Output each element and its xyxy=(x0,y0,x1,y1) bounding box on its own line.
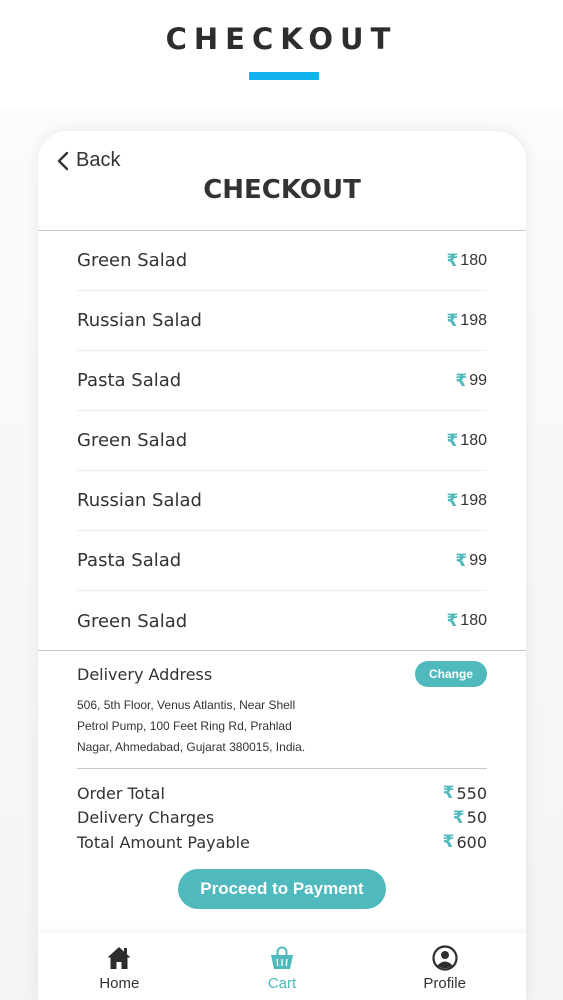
item-price: ₹180 xyxy=(446,251,487,271)
order-total-row: Order Total ₹550 xyxy=(77,781,487,806)
item-name: Pasta Salad xyxy=(77,550,182,571)
item-price: ₹ 99 xyxy=(455,551,487,571)
item-price-value: 198 xyxy=(460,491,487,509)
item-price-value: 180 xyxy=(460,251,487,269)
item-name: Green Salad xyxy=(77,430,188,451)
list-item: Green Salad ₹180 xyxy=(77,231,487,291)
home-icon xyxy=(107,947,131,969)
nav-profile[interactable]: Profile xyxy=(363,933,526,1000)
page-banner: CHECKOUT xyxy=(0,0,563,110)
phone-screen: Back CHECKOUT Green Salad ₹180 Russian S… xyxy=(38,131,526,1000)
rupee-icon: ₹ xyxy=(446,430,459,450)
proceed-to-payment-button[interactable]: Proceed to Payment xyxy=(178,869,386,909)
address-line: Petrol Pump, 100 Feet Ring Rd, Prahlad xyxy=(77,719,292,733)
item-name: Pasta Salad xyxy=(77,370,182,391)
address-line: 506, 5th Floor, Venus Atlantis, Near She… xyxy=(77,698,296,712)
list-item: Pasta Salad ₹ 99 xyxy=(77,531,487,591)
chevron-left-icon xyxy=(57,151,69,170)
item-price-value: 99 xyxy=(469,371,487,389)
delivery-charges-amount: ₹ 50 xyxy=(453,808,487,828)
delivery-address-section: Delivery Address Change 506, 5th Floor, … xyxy=(77,661,487,758)
address-line: Nagar, Ahmedabad, Gujarat 380015, India. xyxy=(77,740,306,754)
banner-title: CHECKOUT xyxy=(165,22,398,56)
order-total-label: Order Total xyxy=(77,783,165,803)
rupee-icon: ₹ xyxy=(442,783,455,804)
total-payable-amount: ₹600 xyxy=(443,832,487,852)
item-price: ₹198 xyxy=(446,491,487,511)
item-name: Russian Salad xyxy=(77,490,202,511)
total-payable-label: Total Amount Payable xyxy=(77,832,250,852)
nav-cart[interactable]: Cart xyxy=(201,933,364,1000)
order-total-value: 550 xyxy=(456,783,487,803)
item-price-value: 180 xyxy=(460,431,487,449)
cart-items-list: Green Salad ₹180 Russian Salad ₹198 Past… xyxy=(77,231,487,651)
delivery-charges-label: Delivery Charges xyxy=(77,808,215,828)
list-item: Russian Salad ₹198 xyxy=(77,471,487,531)
total-payable-row: Total Amount Payable ₹600 xyxy=(77,830,487,855)
rupee-icon: ₹ xyxy=(455,370,468,390)
item-name: Russian Salad xyxy=(77,310,202,331)
rupee-icon: ₹ xyxy=(455,550,468,570)
list-item: Pasta Salad ₹ 99 xyxy=(77,351,487,411)
address-title: Delivery Address xyxy=(77,664,213,684)
user-icon xyxy=(432,945,458,971)
item-price: ₹ 99 xyxy=(455,371,487,391)
back-label: Back xyxy=(76,149,121,171)
rupee-icon: ₹ xyxy=(442,832,455,853)
rupee-icon: ₹ xyxy=(452,807,465,828)
rupee-icon: ₹ xyxy=(446,250,459,270)
banner-underline xyxy=(249,72,319,80)
nav-home-label: Home xyxy=(99,975,140,992)
nav-profile-label: Profile xyxy=(423,975,466,992)
item-price: ₹180 xyxy=(446,431,487,451)
order-total-amount: ₹550 xyxy=(443,783,487,803)
nav-home[interactable]: Home xyxy=(38,933,201,1000)
totals-section: Order Total ₹550 Delivery Charges ₹ 50 T… xyxy=(77,781,487,855)
item-price-value: 198 xyxy=(460,311,487,329)
item-name: Green Salad xyxy=(77,610,188,632)
item-price-value: 180 xyxy=(460,612,487,629)
total-payable-value: 600 xyxy=(456,832,487,852)
shopping-bag-icon xyxy=(271,946,293,969)
address-header: Delivery Address Change xyxy=(77,661,487,687)
rupee-icon: ₹ xyxy=(446,310,459,330)
list-item: Russian Salad ₹198 xyxy=(77,291,487,351)
address-text: 506, 5th Floor, Venus Atlantis, Near She… xyxy=(77,695,487,758)
rupee-icon: ₹ xyxy=(446,490,459,510)
item-price: ₹198 xyxy=(446,311,487,331)
page-title: CHECKOUT xyxy=(203,175,361,205)
bottom-nav: Home Cart Profile xyxy=(38,933,526,1000)
item-price-value: 99 xyxy=(469,551,487,569)
item-name: Green Salad xyxy=(77,250,188,271)
list-item: Green Salad ₹180 xyxy=(77,411,487,471)
back-button[interactable]: Back xyxy=(56,149,120,172)
rupee-icon: ₹ xyxy=(446,611,459,630)
nav-cart-label: Cart xyxy=(267,975,297,992)
item-price: ₹180 xyxy=(446,611,487,631)
change-address-button[interactable]: Change xyxy=(414,661,487,687)
list-item: Green Salad ₹180 xyxy=(77,591,487,651)
delivery-charges-value: 50 xyxy=(466,808,487,828)
items-divider xyxy=(38,650,526,651)
delivery-charges-row: Delivery Charges ₹ 50 xyxy=(77,806,487,831)
address-divider xyxy=(77,768,487,769)
